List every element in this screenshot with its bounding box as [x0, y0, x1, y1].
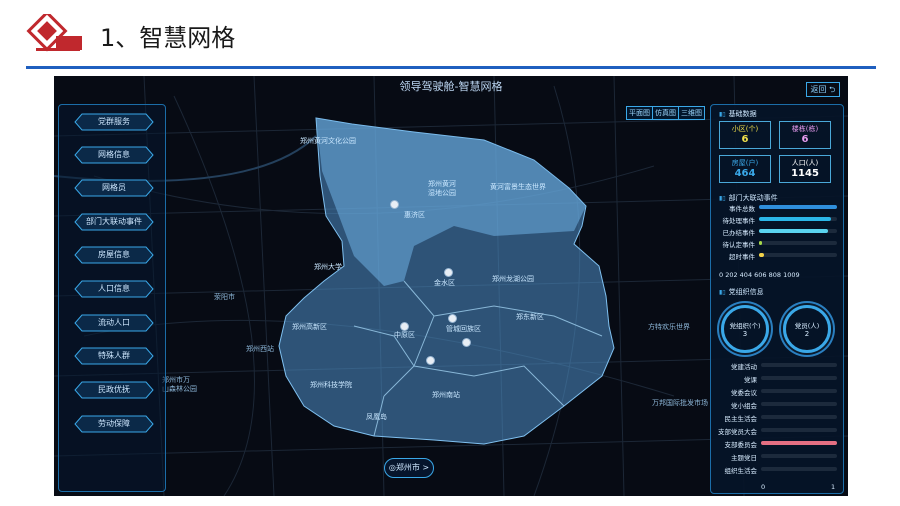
title-divider	[26, 66, 876, 69]
nav-party-service[interactable]: 党群服务	[74, 113, 154, 131]
location-pin[interactable]	[462, 338, 471, 347]
party-activity-label: 组织生活会	[724, 467, 758, 475]
kpi-communities: 小区(个) 6	[719, 121, 771, 149]
map-label: 金水区	[434, 279, 455, 287]
view-sim-button[interactable]: 仿真图	[652, 106, 679, 120]
event-label: 事件总数	[729, 205, 755, 213]
map-label: 管城回族区	[446, 325, 481, 333]
event-bar-track	[759, 205, 837, 209]
party-activity-label: 党课	[744, 376, 757, 384]
map-label: 郑州大学	[314, 263, 342, 271]
events-axis: 0 202 404 606 808 1009	[719, 271, 800, 279]
map-label: 郑州龙湖公园	[492, 275, 534, 283]
kpi-population: 人口(人) 1145	[779, 155, 831, 183]
party-activity-label: 民主生活会	[724, 415, 758, 423]
location-pin[interactable]	[444, 268, 453, 277]
map-label: 黄河富景生态世界	[490, 183, 546, 191]
party-activity-track	[761, 376, 837, 380]
event-bar-track	[759, 253, 837, 257]
party-activity-label: 主题党日	[731, 454, 757, 462]
nav-labor[interactable]: 劳动保障	[74, 415, 154, 433]
events-heading: 部门大联动事件	[719, 193, 778, 203]
party-activity-track	[761, 441, 837, 445]
city-selector-button[interactable]: ◎郑州市 >	[384, 458, 434, 478]
event-bar-track	[759, 217, 837, 221]
map-label: 郑州市万 山森林公园	[162, 376, 197, 393]
event-label: 已办结事件	[722, 229, 756, 237]
map-label: 郑州黄河 湿地公园	[428, 180, 456, 197]
party-activity-label: 党小组会	[731, 402, 757, 410]
party-activity-label: 支部党员大会	[718, 428, 757, 436]
slide-title: 1、智慧网格	[100, 24, 236, 52]
event-bar[interactable]	[759, 241, 763, 245]
map-label: 郑州高新区	[292, 323, 327, 331]
party-activity-label: 党建活动	[731, 363, 757, 371]
event-bar[interactable]	[759, 253, 764, 257]
party-activity-label: 党委会议	[731, 389, 757, 397]
party-org-heading: 党组织信息	[719, 287, 764, 297]
party-activity-track	[761, 428, 837, 432]
location-pin[interactable]	[400, 322, 409, 331]
party-activity-track	[761, 389, 837, 393]
right-info-panel: 基础数据 小区(个) 6 楼栋(栋) 6 房屋(户) 464 人口(人) 114…	[710, 104, 844, 494]
logo-icon	[26, 14, 82, 52]
dashboard-title: 领导驾驶舱-智慧网格	[399, 80, 503, 93]
map-label: 惠济区	[404, 211, 425, 219]
location-pin[interactable]	[448, 314, 457, 323]
nav-floating-pop[interactable]: 流动人口	[74, 314, 154, 332]
nav-grid-info[interactable]: 网格信息	[74, 146, 154, 164]
map-label: 郑州南站	[432, 391, 460, 399]
nav-grid-staff[interactable]: 网格员	[74, 179, 154, 197]
map-label: 荥阳市	[214, 293, 235, 301]
map-label: 凤凰岛	[366, 413, 387, 421]
map-label: 中原区	[394, 331, 415, 339]
event-bar-track	[759, 241, 837, 245]
map-label: 郑东新区	[516, 313, 544, 321]
party-org-gauge: 党组织(个) 3	[721, 305, 769, 353]
party-activity-track	[761, 467, 837, 471]
party-axis-min: 0	[761, 483, 766, 491]
nav-dept-events[interactable]: 部门大联动事件	[74, 213, 154, 231]
map-label: 郑州科技学院	[310, 381, 352, 389]
view-flat-button[interactable]: 平面图	[626, 106, 653, 120]
back-button[interactable]: 返回 ⮌	[806, 82, 840, 97]
nav-population[interactable]: 人口信息	[74, 280, 154, 298]
basic-data-heading: 基础数据	[719, 109, 757, 119]
location-pin[interactable]	[390, 200, 399, 209]
party-axis-max: 1	[831, 483, 836, 491]
dashboard-screen: 领导驾驶舱-智慧网格 返回 ⮌ 郑州黄河文化公园 郑州黄河 湿地公园 黄河富景生…	[54, 76, 848, 496]
event-bar[interactable]	[759, 217, 831, 221]
event-label: 超时事件	[729, 253, 755, 261]
party-activity-track	[761, 454, 837, 458]
event-bar-track	[759, 229, 837, 233]
map-label: 万邦国际批发市场	[652, 399, 708, 407]
event-label: 待处理事件	[722, 217, 756, 225]
nav-special-groups[interactable]: 特殊人群	[74, 347, 154, 365]
map-label: 郑州西站	[246, 345, 274, 353]
nav-civil-affairs[interactable]: 民政优抚	[74, 381, 154, 399]
kpi-houses: 房屋(户) 464	[719, 155, 771, 183]
party-member-gauge: 党员(人) 2	[783, 305, 831, 353]
map-label: 郑州黄河文化公园	[300, 137, 356, 145]
party-activity-track	[761, 415, 837, 419]
party-activity-track	[761, 363, 837, 367]
party-activity-track	[761, 402, 837, 406]
nav-housing[interactable]: 房屋信息	[74, 246, 154, 264]
kpi-buildings: 楼栋(栋) 6	[779, 121, 831, 149]
left-nav-panel: 党群服务 网格信息 网格员 部门大联动事件 房屋信息 人口信息 流动人口 特殊人…	[58, 104, 166, 492]
location-pin[interactable]	[426, 356, 435, 365]
event-bar[interactable]	[759, 205, 837, 209]
map-label: 方特欢乐世界	[648, 323, 690, 331]
party-activity-bar[interactable]	[761, 441, 837, 445]
event-label: 待认定事件	[722, 241, 756, 249]
party-activity-label: 支部委员会	[724, 441, 758, 449]
view-3d-button[interactable]: 三维图	[678, 106, 705, 120]
event-bar[interactable]	[759, 229, 828, 233]
